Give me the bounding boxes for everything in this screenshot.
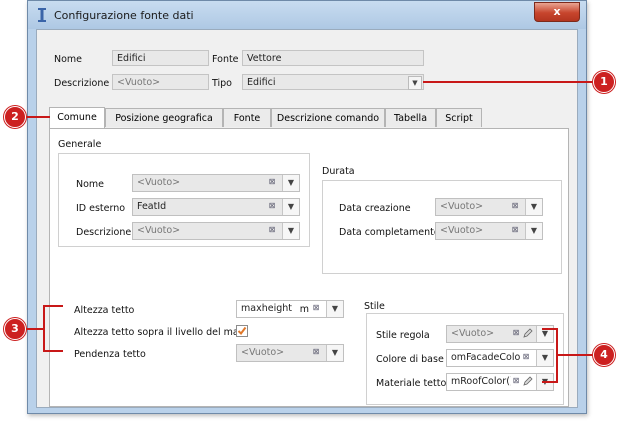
tipo-label: Tipo xyxy=(212,78,232,89)
callout-3: 3 xyxy=(4,318,26,340)
data-completamento-combo[interactable]: <Vuoto> ⊠ ▼ xyxy=(435,222,543,240)
descrizione-field: <Vuoto> xyxy=(112,74,209,90)
chevron-down-icon[interactable]: ▼ xyxy=(282,199,299,215)
dialog-body: Nome Edifici Fonte Vettore Descrizione <… xyxy=(36,29,578,408)
chevron-down-icon[interactable]: ▼ xyxy=(525,199,542,215)
callout-line-4c xyxy=(542,381,558,383)
colore-base-combo[interactable]: omFacadeColor() ⊠ ▼ xyxy=(446,349,554,367)
tab-comune[interactable]: Comune xyxy=(49,107,105,128)
callout-line-3c xyxy=(43,350,63,352)
chevron-down-icon[interactable]: ▼ xyxy=(326,301,343,317)
altezza-tetto-combo[interactable]: maxheight m ⊠ ▼ xyxy=(236,300,344,318)
callout-4: 4 xyxy=(593,344,615,366)
stile-regola-value: <Vuoto> xyxy=(451,328,495,339)
expression-icon[interactable]: ⊠ xyxy=(510,225,520,235)
close-icon: x xyxy=(553,5,561,18)
close-button[interactable]: x xyxy=(534,2,580,22)
callout-1: 1 xyxy=(593,71,615,93)
callout-2: 2 xyxy=(4,106,26,128)
gen-id-combo[interactable]: FeatId ⊠ ▼ xyxy=(132,198,300,216)
gen-descrizione-label: Descrizione xyxy=(76,227,132,238)
gen-nome-label: Nome xyxy=(76,179,105,190)
expression-icon[interactable]: ⊠ xyxy=(511,328,521,338)
altezza-mare-checkbox[interactable] xyxy=(236,325,248,337)
chevron-down-icon[interactable]: ▼ xyxy=(536,350,553,366)
chevron-down-icon[interactable]: ▼ xyxy=(282,223,299,239)
colore-base-label: Colore di base xyxy=(376,354,444,365)
altezza-tetto-value: maxheight xyxy=(241,303,292,314)
stile-regola-combo[interactable]: <Vuoto> ⊠ ▼ xyxy=(446,325,554,343)
pendenza-tetto-value: <Vuoto> xyxy=(241,347,285,358)
altezza-unit: m xyxy=(299,304,309,315)
stile-heading: Stile xyxy=(364,301,385,312)
tab-tabella[interactable]: Tabella xyxy=(385,108,436,127)
gen-id-label: ID esterno xyxy=(76,203,126,214)
altezza-tetto-label: Altezza tetto xyxy=(74,305,135,316)
expression-icon[interactable]: ⊠ xyxy=(267,225,277,235)
data-completamento-value: <Vuoto> xyxy=(440,225,484,236)
chevron-down-icon[interactable]: ▼ xyxy=(525,223,542,239)
expression-icon[interactable]: ⊠ xyxy=(311,303,321,313)
gen-descrizione-value: <Vuoto> xyxy=(137,225,181,236)
expression-icon[interactable]: ⊠ xyxy=(510,201,520,211)
tab-script[interactable]: Script xyxy=(436,108,482,127)
pendenza-tetto-combo[interactable]: <Vuoto> ⊠ ▼ xyxy=(236,344,344,362)
callout-line-3a xyxy=(43,305,63,307)
pendenza-tetto-label: Pendenza tetto xyxy=(74,349,146,360)
dialog-window: Configurazione fonte dati x Nome Edifici… xyxy=(27,0,587,414)
tipo-value: Edifici xyxy=(247,77,276,88)
nome-label: Nome xyxy=(54,54,83,65)
checkmark-icon xyxy=(237,326,247,336)
window-title: Configurazione fonte dati xyxy=(54,9,194,22)
fonte-label: Fonte xyxy=(212,54,239,65)
gen-id-value: FeatId xyxy=(137,201,167,212)
chevron-down-icon[interactable]: ▼ xyxy=(408,76,422,90)
data-completamento-label: Data completamento xyxy=(339,227,440,238)
tab-posizione-geografica[interactable]: Posizione geografica xyxy=(105,108,223,127)
descrizione-label: Descrizione xyxy=(54,78,110,89)
generale-heading: Generale xyxy=(58,139,102,150)
materiale-tetto-label: Materiale tetto xyxy=(376,378,447,389)
durata-heading: Durata xyxy=(322,166,355,177)
expression-icon[interactable]: ⊠ xyxy=(311,347,321,357)
expression-icon[interactable]: ⊠ xyxy=(511,376,521,386)
callout-line-1 xyxy=(423,81,595,83)
gen-nome-value: <Vuoto> xyxy=(137,177,181,188)
gen-descrizione-combo[interactable]: <Vuoto> ⊠ ▼ xyxy=(132,222,300,240)
data-creazione-value: <Vuoto> xyxy=(440,201,484,212)
pencil-icon[interactable] xyxy=(523,328,533,338)
tab-fonte[interactable]: Fonte xyxy=(223,108,271,127)
chevron-down-icon[interactable]: ▼ xyxy=(282,175,299,191)
tipo-dropdown[interactable]: Edifici ▼ xyxy=(242,74,424,90)
gen-nome-combo[interactable]: <Vuoto> ⊠ ▼ xyxy=(132,174,300,192)
altezza-mare-label: Altezza tetto sopra il livello del mare xyxy=(74,327,249,338)
expression-icon[interactable]: ⊠ xyxy=(521,352,531,362)
expression-icon[interactable]: ⊠ xyxy=(267,201,277,211)
nome-field: Edifici xyxy=(112,50,209,66)
data-creazione-combo[interactable]: <Vuoto> ⊠ ▼ xyxy=(435,198,543,216)
callout-line-2 xyxy=(22,116,50,118)
tab-descrizione-comando[interactable]: Descrizione comando xyxy=(271,108,385,127)
expression-icon[interactable]: ⊠ xyxy=(267,177,277,187)
chevron-down-icon[interactable]: ▼ xyxy=(326,345,343,361)
fonte-field: Vettore xyxy=(242,50,424,66)
data-creazione-label: Data creazione xyxy=(339,203,411,214)
materiale-tetto-combo[interactable]: mRoofColor() ⊠ ▼ xyxy=(446,373,554,391)
materiale-tetto-value: mRoofColor() xyxy=(451,376,514,387)
title-bar[interactable]: Configurazione fonte dati x xyxy=(28,1,586,29)
pencil-icon[interactable] xyxy=(523,376,533,386)
app-icon xyxy=(38,8,46,22)
colore-base-value: omFacadeColor() xyxy=(451,352,532,363)
stile-regola-label: Stile regola xyxy=(376,330,430,341)
tab-panel-comune: Generale Nome <Vuoto> ⊠ ▼ ID esterno Fea… xyxy=(49,128,569,407)
callout-line-4d xyxy=(556,354,594,356)
